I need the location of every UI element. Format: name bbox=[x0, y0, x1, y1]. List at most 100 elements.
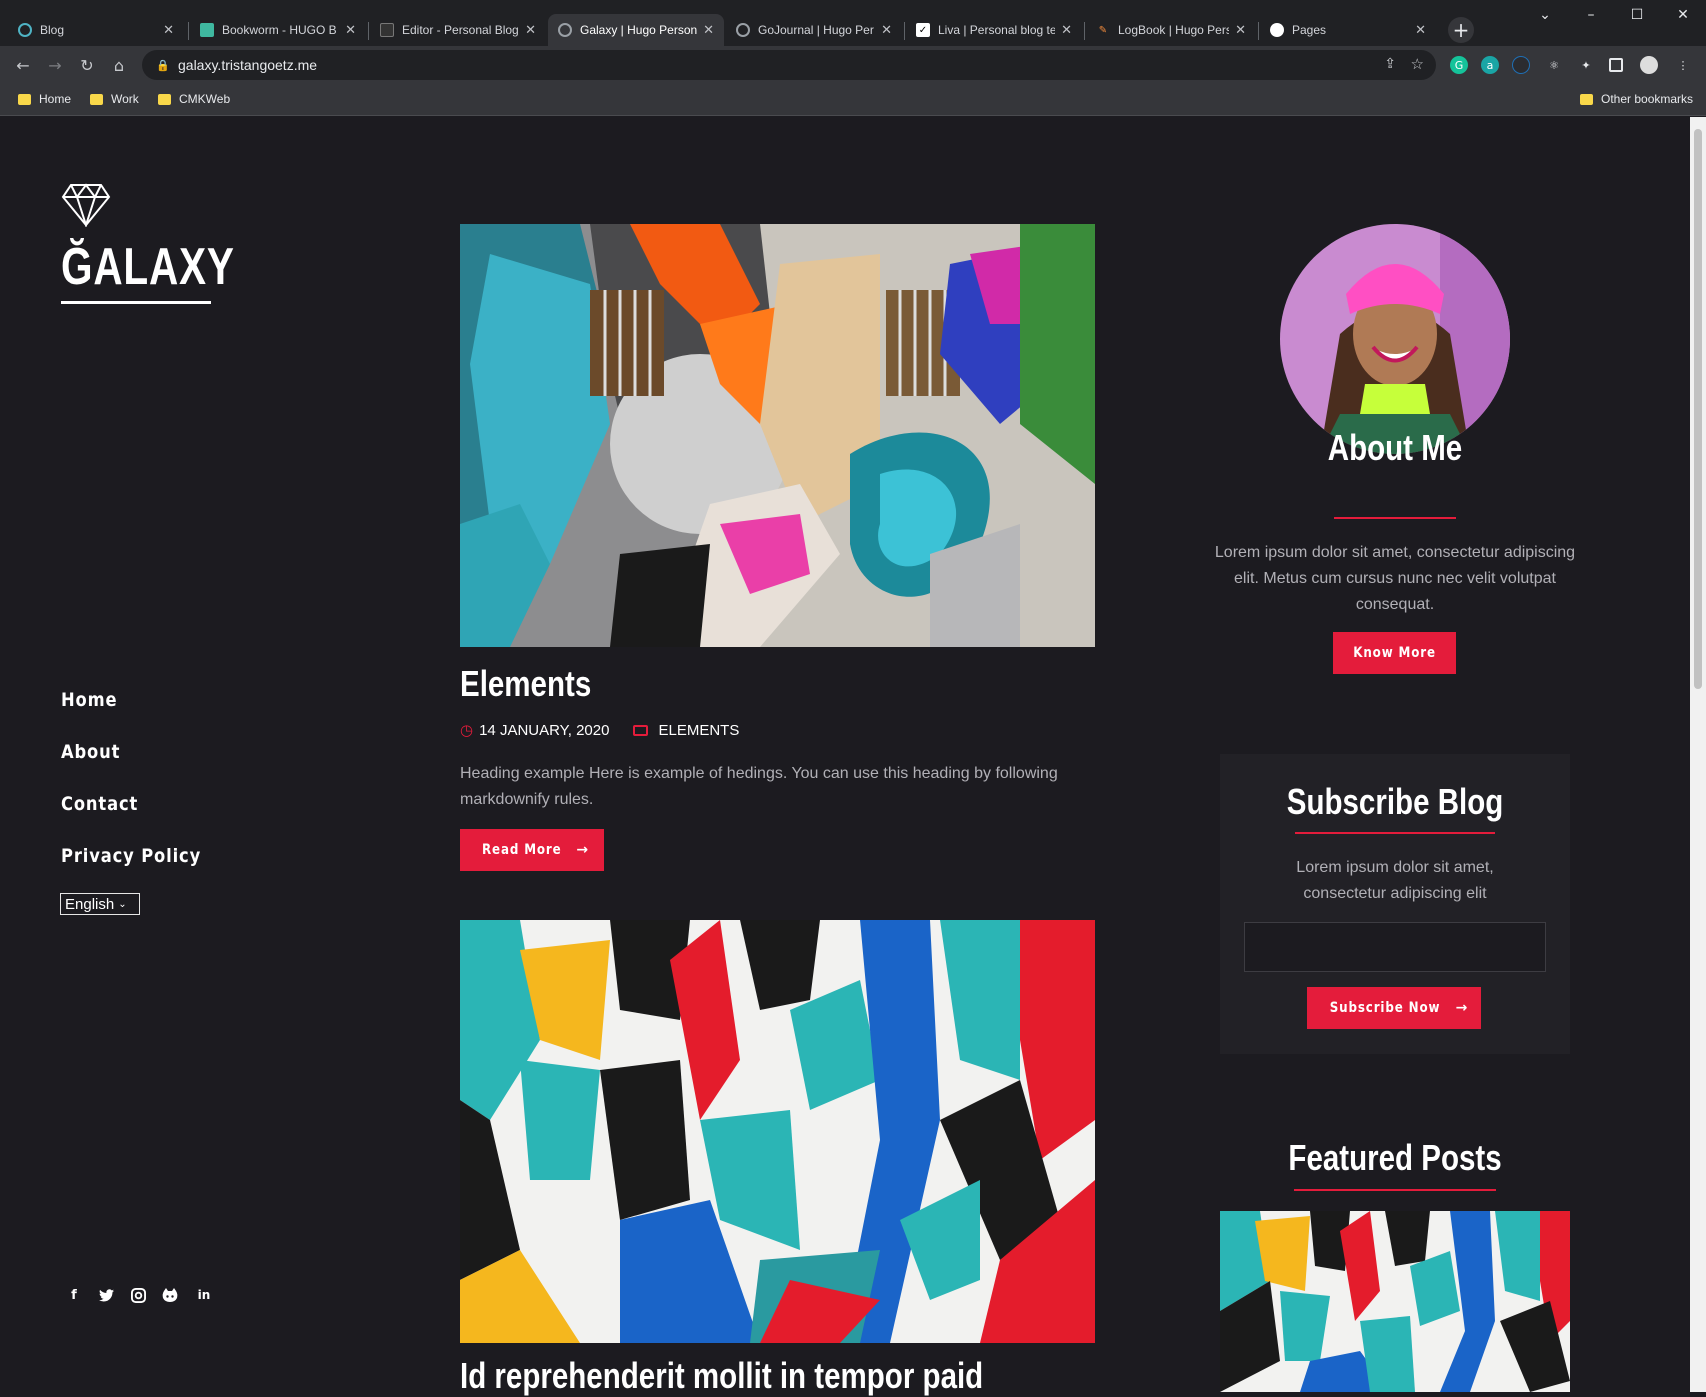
tab-blog[interactable]: Blog ✕ bbox=[8, 14, 184, 46]
forward-icon[interactable]: → bbox=[44, 54, 66, 76]
tab-title: Galaxy | Hugo Person bbox=[580, 23, 698, 37]
react-icon[interactable]: ⚛ bbox=[1545, 56, 1563, 74]
star-icon[interactable]: ☆ bbox=[1411, 55, 1424, 73]
tab-title: Editor - Personal Blog bbox=[402, 23, 519, 37]
bookworm-icon bbox=[200, 23, 214, 37]
post-title[interactable]: Elements bbox=[460, 663, 591, 705]
minimize-icon[interactable]: – bbox=[1568, 0, 1614, 30]
url-text: galaxy.tristangoetz.me bbox=[178, 57, 318, 73]
subscribe-now-label: Subscribe Now bbox=[1329, 1000, 1440, 1016]
linkedin-icon[interactable]: in bbox=[196, 1287, 212, 1303]
globe-icon bbox=[558, 23, 572, 37]
back-icon[interactable]: ← bbox=[12, 54, 34, 76]
tab-liva[interactable]: ✓ Liva | Personal blog te ✕ bbox=[906, 14, 1082, 46]
new-tab-button[interactable]: + bbox=[1448, 17, 1474, 43]
avatar-icon[interactable] bbox=[1640, 56, 1658, 74]
github-icon bbox=[1270, 23, 1284, 37]
tab-bookworm[interactable]: Bookworm - HUGO B ✕ bbox=[190, 14, 366, 46]
twitter-icon[interactable] bbox=[98, 1287, 114, 1303]
tab-galaxy[interactable]: Galaxy | Hugo Person ✕ bbox=[548, 14, 724, 46]
folder-icon bbox=[158, 93, 171, 105]
close-icon[interactable]: ✕ bbox=[345, 22, 356, 38]
tab-pages[interactable]: Pages ✕ bbox=[1260, 14, 1436, 46]
arrow-right-icon: → bbox=[1455, 1000, 1469, 1016]
post-image[interactable] bbox=[460, 920, 1095, 1343]
mural-image bbox=[460, 224, 1095, 647]
diamond-icon bbox=[61, 183, 111, 229]
tab-title: Liva | Personal blog te bbox=[938, 23, 1056, 37]
menu-privacy-policy[interactable]: Privacy Policy bbox=[61, 845, 201, 867]
bookmark-home[interactable]: Home bbox=[18, 92, 71, 106]
chevron-down-icon: ⌄ bbox=[118, 898, 127, 910]
tab-gojournal[interactable]: GoJournal | Hugo Per ✕ bbox=[726, 14, 902, 46]
extension-a-icon[interactable]: a bbox=[1481, 56, 1499, 74]
post-category[interactable]: ELEMENTS bbox=[658, 722, 739, 739]
subscribe-now-button[interactable]: Subscribe Now → bbox=[1307, 987, 1481, 1029]
read-more-button[interactable]: Read More → bbox=[460, 829, 604, 871]
globe-icon bbox=[736, 23, 750, 37]
grammarly-icon[interactable]: G bbox=[1450, 56, 1468, 74]
bookmarks-bar: Home Work CMKWeb Other bookmarks bbox=[0, 84, 1706, 116]
scrollbar-thumb[interactable] bbox=[1694, 129, 1702, 689]
abstract-mural-image bbox=[460, 920, 1095, 1343]
close-icon[interactable]: ✕ bbox=[881, 22, 892, 38]
share-icon[interactable]: ⇪ bbox=[1384, 56, 1396, 72]
menu-about[interactable]: About bbox=[61, 741, 120, 763]
know-more-button[interactable]: Know More bbox=[1333, 632, 1456, 674]
facebook-icon[interactable]: f bbox=[66, 1287, 82, 1303]
sidepanel-icon[interactable] bbox=[1609, 58, 1623, 72]
tab-search-icon[interactable]: ⌄ bbox=[1522, 0, 1568, 30]
maximize-icon[interactable]: ☐ bbox=[1614, 0, 1660, 30]
tab-title: Blog bbox=[40, 23, 65, 37]
about-text: Lorem ipsum dolor sit amet, consectetur … bbox=[1214, 544, 1576, 613]
close-icon[interactable]: ✕ bbox=[1415, 22, 1426, 38]
site-logo[interactable]: ĞALAXY bbox=[61, 183, 284, 304]
clock-icon: ◷ bbox=[460, 722, 474, 739]
post-date: 14 JANUARY, 2020 bbox=[479, 721, 610, 739]
subscribe-text: Lorem ipsum dolor sit amet, consectetur … bbox=[1296, 859, 1494, 902]
close-icon[interactable]: ✕ bbox=[525, 22, 536, 38]
check-icon: ✓ bbox=[916, 23, 930, 37]
language-value: English bbox=[65, 895, 115, 913]
other-bookmarks[interactable]: Other bookmarks bbox=[1580, 92, 1693, 106]
scrollbar[interactable] bbox=[1690, 117, 1706, 1392]
close-icon[interactable]: ✕ bbox=[163, 22, 174, 38]
menu-icon[interactable]: ⋮ bbox=[1674, 56, 1692, 74]
close-icon[interactable]: ✕ bbox=[1061, 22, 1072, 38]
tab-title: LogBook | Hugo Pers bbox=[1118, 23, 1230, 37]
tab-title: Bookworm - HUGO B bbox=[222, 23, 337, 37]
logo-underline bbox=[61, 301, 211, 304]
bookmark-work[interactable]: Work bbox=[90, 92, 139, 106]
address-bar[interactable]: 🔒 galaxy.tristangoetz.me ⇪ ☆ bbox=[142, 50, 1436, 80]
post-image[interactable] bbox=[460, 224, 1095, 647]
puzzle-icon[interactable]: ✦ bbox=[1577, 56, 1595, 74]
menu-contact[interactable]: Contact bbox=[61, 793, 138, 815]
extension-circle-icon[interactable] bbox=[1512, 56, 1530, 74]
toolbar: ← → ↻ ⌂ 🔒 galaxy.tristangoetz.me ⇪ ☆ G a… bbox=[0, 46, 1706, 84]
logo-text: ĞALAXY bbox=[61, 238, 235, 296]
post-title[interactable]: Id reprehenderit mollit in tempor paid bbox=[460, 1355, 983, 1397]
bookmark-cmkweb[interactable]: CMKWeb bbox=[158, 92, 230, 106]
tab-logbook[interactable]: ✎ LogBook | Hugo Pers ✕ bbox=[1086, 14, 1256, 46]
bookmark-label: CMKWeb bbox=[179, 92, 231, 106]
close-icon[interactable]: ✕ bbox=[703, 22, 714, 38]
arrow-right-icon: → bbox=[576, 842, 590, 858]
featured-post-image[interactable] bbox=[1220, 1211, 1570, 1392]
tab-title: GoJournal | Hugo Per bbox=[758, 23, 874, 37]
email-input[interactable] bbox=[1244, 922, 1546, 972]
github-icon[interactable] bbox=[162, 1287, 178, 1303]
close-window-icon[interactable]: ✕ bbox=[1660, 0, 1706, 30]
reload-icon[interactable]: ↻ bbox=[76, 54, 98, 76]
home-icon[interactable]: ⌂ bbox=[108, 54, 130, 76]
instagram-icon[interactable] bbox=[130, 1287, 146, 1303]
subscribe-title: Subscribe Blog bbox=[1286, 781, 1504, 822]
folder-icon bbox=[633, 724, 649, 736]
editor-icon bbox=[380, 23, 394, 37]
close-icon[interactable]: ✕ bbox=[1235, 22, 1246, 38]
tab-editor[interactable]: Editor - Personal Blog ✕ bbox=[370, 14, 546, 46]
language-select[interactable]: English ⌄ bbox=[60, 893, 140, 915]
bookmark-label: Work bbox=[111, 92, 139, 106]
menu-home[interactable]: Home bbox=[61, 689, 117, 711]
tab-title: Pages bbox=[1292, 23, 1327, 37]
lock-icon: 🔒 bbox=[156, 59, 170, 72]
